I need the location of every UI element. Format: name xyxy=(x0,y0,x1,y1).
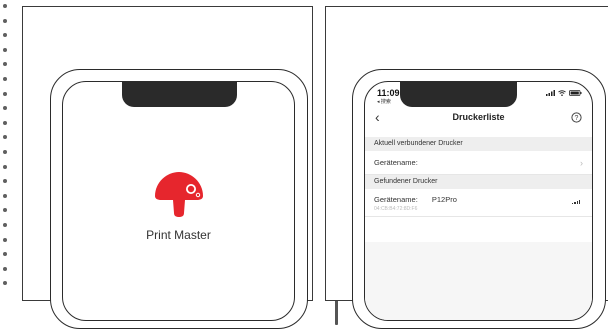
app-logo xyxy=(63,166,294,227)
margin-dot xyxy=(3,62,7,67)
margin-dot xyxy=(3,281,7,286)
status-time: 11:09 xyxy=(377,88,400,98)
device-label: Gerätename: xyxy=(374,195,418,204)
device-mac: 04:CB:B4:72:8D:F6 xyxy=(374,206,418,212)
svg-text:?: ? xyxy=(575,115,579,122)
right-panel: 11:09 ◂ 搜索 ‹ Druckerliste ? Aktuell verb… xyxy=(325,6,608,329)
nav-bar: ‹ Druckerliste ? xyxy=(365,106,592,128)
margin-dot xyxy=(3,18,7,23)
phone-notch xyxy=(122,82,237,107)
phone-frame: Print Master xyxy=(50,69,338,329)
margin-dot xyxy=(3,237,7,242)
margin-dot xyxy=(3,150,7,154)
margin-dot xyxy=(3,193,7,198)
signal-strength-icon xyxy=(572,200,580,204)
device-name: P12Pro xyxy=(431,195,457,204)
left-panel: Print Master xyxy=(22,6,338,329)
help-icon[interactable]: ? xyxy=(571,110,582,128)
margin-dot xyxy=(3,179,7,184)
margin-dot xyxy=(3,208,7,213)
status-icons xyxy=(546,90,582,96)
phone-notch xyxy=(400,82,517,107)
cellular-icon xyxy=(546,90,555,96)
list-empty-area xyxy=(365,242,592,320)
margin-dot xyxy=(3,33,7,38)
margin-dot xyxy=(3,252,7,257)
margin-dot xyxy=(3,120,7,125)
status-back-app[interactable]: ◂ 搜索 xyxy=(377,98,391,105)
mushroom-icon xyxy=(154,172,203,217)
margin-dot xyxy=(3,77,7,81)
found-device-row[interactable]: Gerätename: P12Pro 04:CB:B4:72:8D:F6 xyxy=(365,189,592,217)
section-found-printer: Gefundener Drucker xyxy=(365,175,592,189)
phone-screen: Print Master xyxy=(62,81,295,321)
chevron-right-icon: › xyxy=(580,158,583,168)
phone-screen: 11:09 ◂ 搜索 ‹ Druckerliste ? Aktuell verb… xyxy=(364,81,593,321)
margin-dot xyxy=(3,223,7,227)
section-connected-printer: Aktuell verbundener Drucker xyxy=(365,137,592,151)
margin-dot xyxy=(3,91,7,96)
margin-dot xyxy=(3,47,7,52)
dotted-margin xyxy=(0,0,10,293)
app-name: Print Master xyxy=(146,228,211,242)
device-label: Gerätename: xyxy=(374,158,418,167)
wifi-icon xyxy=(558,90,566,96)
page-title: Druckerliste xyxy=(452,112,505,122)
margin-dot xyxy=(3,164,7,169)
margin-dot xyxy=(3,266,7,271)
phone-frame: 11:09 ◂ 搜索 ‹ Druckerliste ? Aktuell verb… xyxy=(352,69,606,329)
connected-device-row[interactable]: Gerätename: › xyxy=(365,151,592,175)
margin-dot xyxy=(3,106,7,111)
battery-icon xyxy=(569,90,582,96)
margin-dot xyxy=(3,135,7,140)
margin-dot xyxy=(3,4,7,8)
